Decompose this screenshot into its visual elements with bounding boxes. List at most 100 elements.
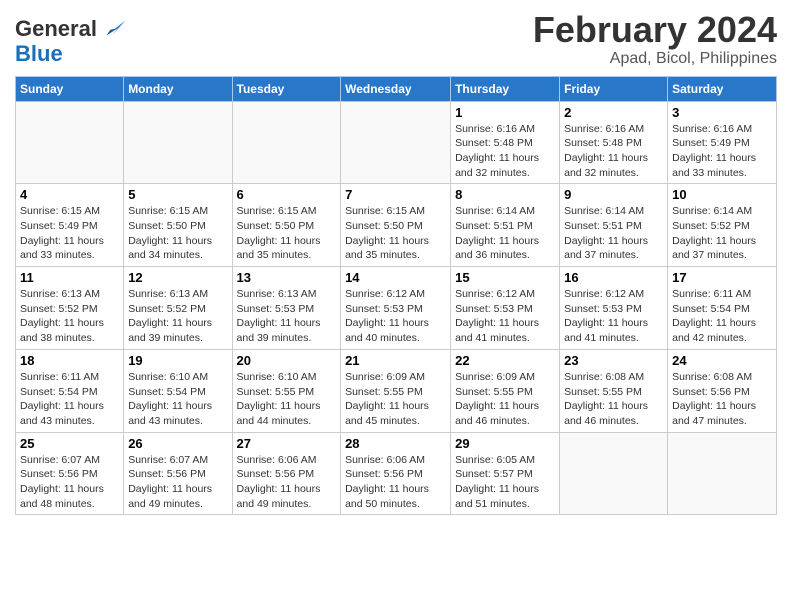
col-wednesday: Wednesday bbox=[341, 76, 451, 101]
day-number: 6 bbox=[237, 187, 337, 202]
table-row: 25 Sunrise: 6:07 AM Sunset: 5:56 PM Dayli… bbox=[16, 432, 124, 515]
calendar-week-row: 25 Sunrise: 6:07 AM Sunset: 5:56 PM Dayli… bbox=[16, 432, 777, 515]
day-info: Sunrise: 6:09 AM Sunset: 5:55 PM Dayligh… bbox=[345, 370, 446, 429]
day-info: Sunrise: 6:14 AM Sunset: 5:52 PM Dayligh… bbox=[672, 204, 772, 263]
table-row: 5 Sunrise: 6:15 AM Sunset: 5:50 PM Daylig… bbox=[124, 184, 232, 267]
table-row: 18 Sunrise: 6:11 AM Sunset: 5:54 PM Dayli… bbox=[16, 349, 124, 432]
table-row bbox=[16, 101, 124, 184]
day-info: Sunrise: 6:05 AM Sunset: 5:57 PM Dayligh… bbox=[455, 453, 555, 512]
day-info: Sunrise: 6:15 AM Sunset: 5:50 PM Dayligh… bbox=[237, 204, 337, 263]
table-row: 29 Sunrise: 6:05 AM Sunset: 5:57 PM Dayli… bbox=[451, 432, 560, 515]
table-row: 10 Sunrise: 6:14 AM Sunset: 5:52 PM Dayli… bbox=[668, 184, 777, 267]
day-number: 2 bbox=[564, 105, 663, 120]
day-info: Sunrise: 6:07 AM Sunset: 5:56 PM Dayligh… bbox=[20, 453, 119, 512]
table-row: 8Sunrise: 6:14 AM Sunset: 5:51 PM Daylig… bbox=[451, 184, 560, 267]
table-row: 24 Sunrise: 6:08 AM Sunset: 5:56 PM Dayli… bbox=[668, 349, 777, 432]
day-info: Sunrise: 6:15 AM Sunset: 5:50 PM Dayligh… bbox=[128, 204, 227, 263]
logo-text-blue: Blue bbox=[15, 41, 63, 66]
day-info: Sunrise: 6:09 AM Sunset: 5:55 PM Dayligh… bbox=[455, 370, 555, 429]
day-number: 29 bbox=[455, 436, 555, 451]
month-title: February 2024 bbox=[533, 10, 777, 50]
day-info: Sunrise: 6:16 AM Sunset: 5:49 PM Dayligh… bbox=[672, 122, 772, 181]
table-row: 21 Sunrise: 6:09 AM Sunset: 5:55 PM Dayli… bbox=[341, 349, 451, 432]
table-row: 1Sunrise: 6:16 AM Sunset: 5:48 PM Daylig… bbox=[451, 101, 560, 184]
day-info: Sunrise: 6:10 AM Sunset: 5:55 PM Dayligh… bbox=[237, 370, 337, 429]
day-info: Sunrise: 6:06 AM Sunset: 5:56 PM Dayligh… bbox=[237, 453, 337, 512]
day-number: 14 bbox=[345, 270, 446, 285]
day-info: Sunrise: 6:11 AM Sunset: 5:54 PM Dayligh… bbox=[672, 287, 772, 346]
table-row: 13 Sunrise: 6:13 AM Sunset: 5:53 PM Dayli… bbox=[232, 267, 341, 350]
table-row: 28Sunrise: 6:06 AM Sunset: 5:56 PM Dayli… bbox=[341, 432, 451, 515]
table-row: 9 Sunrise: 6:14 AM Sunset: 5:51 PM Daylig… bbox=[560, 184, 668, 267]
day-number: 8 bbox=[455, 187, 555, 202]
table-row: 11Sunrise: 6:13 AM Sunset: 5:52 PM Dayli… bbox=[16, 267, 124, 350]
day-number: 26 bbox=[128, 436, 227, 451]
calendar-week-row: 1Sunrise: 6:16 AM Sunset: 5:48 PM Daylig… bbox=[16, 101, 777, 184]
day-number: 5 bbox=[128, 187, 227, 202]
calendar-week-row: 11Sunrise: 6:13 AM Sunset: 5:52 PM Dayli… bbox=[16, 267, 777, 350]
day-number: 20 bbox=[237, 353, 337, 368]
table-row: 16Sunrise: 6:12 AM Sunset: 5:53 PM Dayli… bbox=[560, 267, 668, 350]
day-info: Sunrise: 6:12 AM Sunset: 5:53 PM Dayligh… bbox=[345, 287, 446, 346]
day-number: 22 bbox=[455, 353, 555, 368]
day-number: 23 bbox=[564, 353, 663, 368]
day-info: Sunrise: 6:07 AM Sunset: 5:56 PM Dayligh… bbox=[128, 453, 227, 512]
day-number: 27 bbox=[237, 436, 337, 451]
table-row: 20 Sunrise: 6:10 AM Sunset: 5:55 PM Dayli… bbox=[232, 349, 341, 432]
table-row: 3 Sunrise: 6:16 AM Sunset: 5:49 PM Daylig… bbox=[668, 101, 777, 184]
col-thursday: Thursday bbox=[451, 76, 560, 101]
calendar-header-row: Sunday Monday Tuesday Wednesday Thursday… bbox=[16, 76, 777, 101]
day-number: 1 bbox=[455, 105, 555, 120]
table-row: 2Sunrise: 6:16 AM Sunset: 5:48 PM Daylig… bbox=[560, 101, 668, 184]
table-row bbox=[560, 432, 668, 515]
col-saturday: Saturday bbox=[668, 76, 777, 101]
day-number: 21 bbox=[345, 353, 446, 368]
col-monday: Monday bbox=[124, 76, 232, 101]
day-number: 25 bbox=[20, 436, 119, 451]
table-row bbox=[124, 101, 232, 184]
day-info: Sunrise: 6:08 AM Sunset: 5:55 PM Dayligh… bbox=[564, 370, 663, 429]
day-number: 28 bbox=[345, 436, 446, 451]
table-row: 17 Sunrise: 6:11 AM Sunset: 5:54 PM Dayli… bbox=[668, 267, 777, 350]
day-info: Sunrise: 6:12 AM Sunset: 5:53 PM Dayligh… bbox=[455, 287, 555, 346]
col-friday: Friday bbox=[560, 76, 668, 101]
day-info: Sunrise: 6:13 AM Sunset: 5:52 PM Dayligh… bbox=[128, 287, 227, 346]
day-number: 4 bbox=[20, 187, 119, 202]
title-area: February 2024 Apad, Bicol, Philippines bbox=[533, 10, 777, 68]
day-info: Sunrise: 6:12 AM Sunset: 5:53 PM Dayligh… bbox=[564, 287, 663, 346]
day-number: 13 bbox=[237, 270, 337, 285]
table-row bbox=[341, 101, 451, 184]
table-row: 12Sunrise: 6:13 AM Sunset: 5:52 PM Dayli… bbox=[124, 267, 232, 350]
day-number: 17 bbox=[672, 270, 772, 285]
location-title: Apad, Bicol, Philippines bbox=[533, 50, 777, 68]
day-number: 18 bbox=[20, 353, 119, 368]
table-row: 19Sunrise: 6:10 AM Sunset: 5:54 PM Dayli… bbox=[124, 349, 232, 432]
table-row: 4 Sunrise: 6:15 AM Sunset: 5:49 PM Daylig… bbox=[16, 184, 124, 267]
day-number: 19 bbox=[128, 353, 227, 368]
table-row bbox=[668, 432, 777, 515]
table-row: 27 Sunrise: 6:06 AM Sunset: 5:56 PM Dayli… bbox=[232, 432, 341, 515]
day-info: Sunrise: 6:14 AM Sunset: 5:51 PM Dayligh… bbox=[564, 204, 663, 263]
day-info: Sunrise: 6:15 AM Sunset: 5:49 PM Dayligh… bbox=[20, 204, 119, 263]
header-area: General Blue February 2024 Apad, Bicol, … bbox=[15, 10, 777, 68]
day-info: Sunrise: 6:08 AM Sunset: 5:56 PM Dayligh… bbox=[672, 370, 772, 429]
main-container: General Blue February 2024 Apad, Bicol, … bbox=[0, 0, 792, 525]
calendar-week-row: 4 Sunrise: 6:15 AM Sunset: 5:49 PM Daylig… bbox=[16, 184, 777, 267]
col-tuesday: Tuesday bbox=[232, 76, 341, 101]
day-info: Sunrise: 6:11 AM Sunset: 5:54 PM Dayligh… bbox=[20, 370, 119, 429]
table-row: 7 Sunrise: 6:15 AM Sunset: 5:50 PM Daylig… bbox=[341, 184, 451, 267]
day-number: 3 bbox=[672, 105, 772, 120]
day-info: Sunrise: 6:13 AM Sunset: 5:53 PM Dayligh… bbox=[237, 287, 337, 346]
calendar-week-row: 18 Sunrise: 6:11 AM Sunset: 5:54 PM Dayli… bbox=[16, 349, 777, 432]
day-number: 10 bbox=[672, 187, 772, 202]
table-row: 14 Sunrise: 6:12 AM Sunset: 5:53 PM Dayli… bbox=[341, 267, 451, 350]
day-number: 24 bbox=[672, 353, 772, 368]
day-info: Sunrise: 6:13 AM Sunset: 5:52 PM Dayligh… bbox=[20, 287, 119, 346]
table-row bbox=[232, 101, 341, 184]
logo-icon bbox=[99, 15, 127, 43]
table-row: 22 Sunrise: 6:09 AM Sunset: 5:55 PM Dayli… bbox=[451, 349, 560, 432]
day-info: Sunrise: 6:15 AM Sunset: 5:50 PM Dayligh… bbox=[345, 204, 446, 263]
day-number: 9 bbox=[564, 187, 663, 202]
day-number: 7 bbox=[345, 187, 446, 202]
logo-text-general: General bbox=[15, 18, 97, 40]
